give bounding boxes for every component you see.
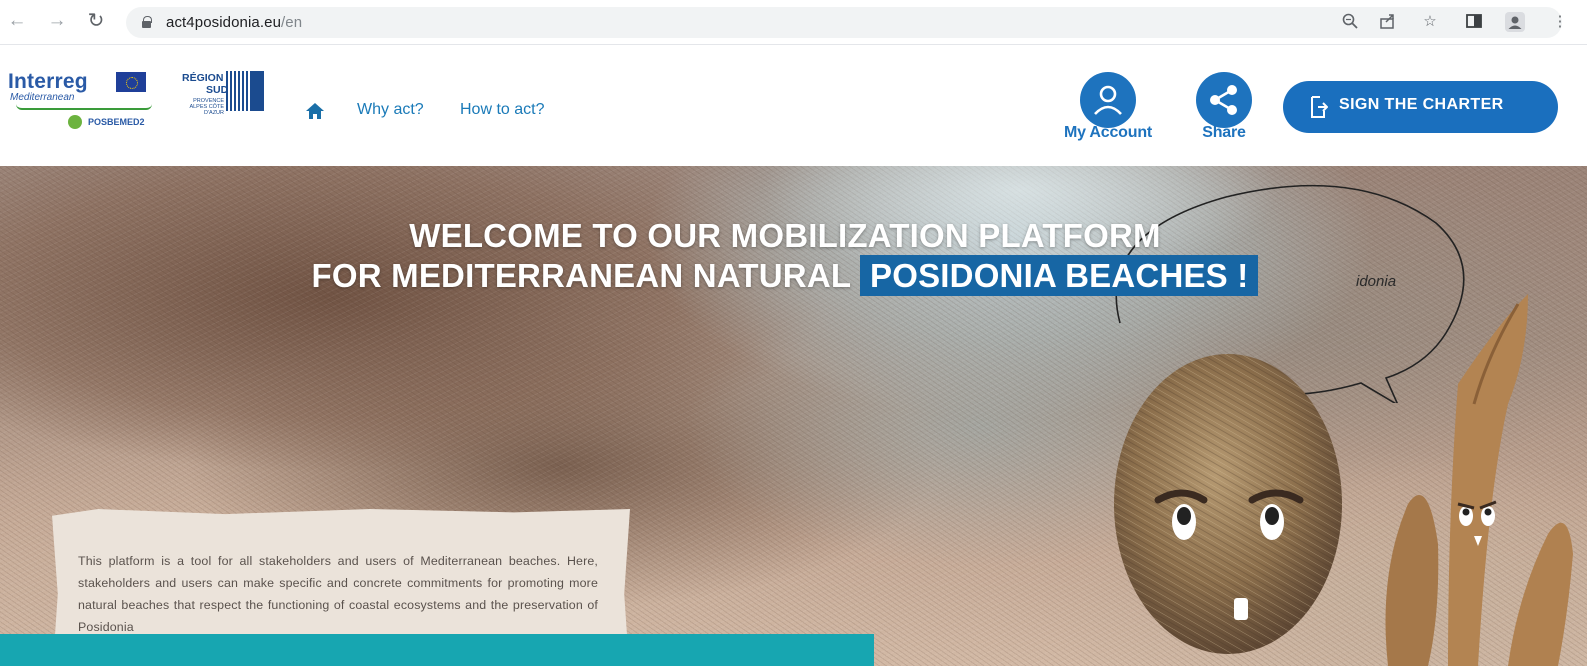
browser-toolbar: ← → ↻ act4posidonia.eu/en ☆ ⋮ [0,0,1587,45]
kebab-menu-icon[interactable]: ⋮ [1550,12,1570,32]
site-header: Interreg Mediterranean POSBEMED2 RÉGION … [0,45,1587,166]
headline-line2-plain: FOR MEDITERRANEAN NATURAL [311,257,860,294]
region-logo-line1: RÉGION [182,72,224,84]
forward-arrow-icon[interactable]: → [46,10,68,32]
posidonia-ball-mascot [1114,354,1342,654]
eu-flag-icon [116,72,146,92]
reload-icon[interactable]: ↻ [85,10,107,32]
share-page-icon[interactable] [1378,12,1398,32]
url-path: /en [281,14,303,31]
url-text[interactable]: act4posidonia.eu/en [166,14,302,31]
region-logo-line2: SUD [206,84,229,96]
sign-the-charter-label: SIGN THE CHARTER [1339,96,1504,113]
profile-icon[interactable] [1505,12,1525,32]
side-panel-icon[interactable] [1464,12,1484,32]
intro-text: This platform is a tool for all stakehol… [78,554,598,634]
headline-highlight: POSIDONIA BEACHES ! [860,255,1259,296]
region-logo-emblem [250,71,264,111]
posidonia-leaf-mascot [1385,294,1573,666]
zoom-icon[interactable] [1340,12,1360,32]
hero-banner: idonia WELCOME TO OUR MOBILIZATION PLATF… [0,166,1587,666]
url-host: act4posidonia.eu [166,14,282,31]
account-user-icon [1080,72,1136,128]
share-label: Share [1202,124,1246,141]
cyan-banner-strip [0,634,874,666]
share-icon [1196,72,1252,128]
interreg-logo[interactable]: Interreg Mediterranean POSBEMED2 [8,70,168,134]
region-logo-bars [226,71,248,111]
hero-headline: WELCOME TO OUR MOBILIZATION PLATFORM FOR… [0,216,1570,296]
nav-why-act[interactable]: Why act? [357,101,424,119]
nav-how-to-act[interactable]: How to act? [460,101,544,119]
bookmark-star-icon[interactable]: ☆ [1420,12,1440,32]
region-logo-tagline: PROVENCE ALPES CÔTE D'AZUR [189,98,224,116]
interreg-logo-wordmark: Interreg [8,70,88,93]
sign-the-charter-button[interactable]: SIGN THE CHARTER [1283,81,1558,133]
lock-icon[interactable] [142,16,152,28]
home-icon[interactable] [305,102,325,120]
posbemed-label: POSBEMED2 [68,114,145,130]
region-sud-logo[interactable]: RÉGION SUD PROVENCE ALPES CÔTE D'AZUR [182,69,268,127]
interreg-swoosh [16,104,152,110]
share-button[interactable]: Share [1174,72,1274,152]
back-arrow-icon[interactable]: ← [6,10,28,32]
headline-line2: FOR MEDITERRANEAN NATURAL POSIDONIA BEAC… [0,255,1570,296]
interreg-logo-subtitle: Mediterranean [10,92,75,103]
my-account-label: My Account [1063,124,1153,141]
my-account-button[interactable]: My Account [1058,72,1158,152]
headline-line1: WELCOME TO OUR MOBILIZATION PLATFORM [409,217,1161,254]
sign-document-icon [1310,96,1329,118]
